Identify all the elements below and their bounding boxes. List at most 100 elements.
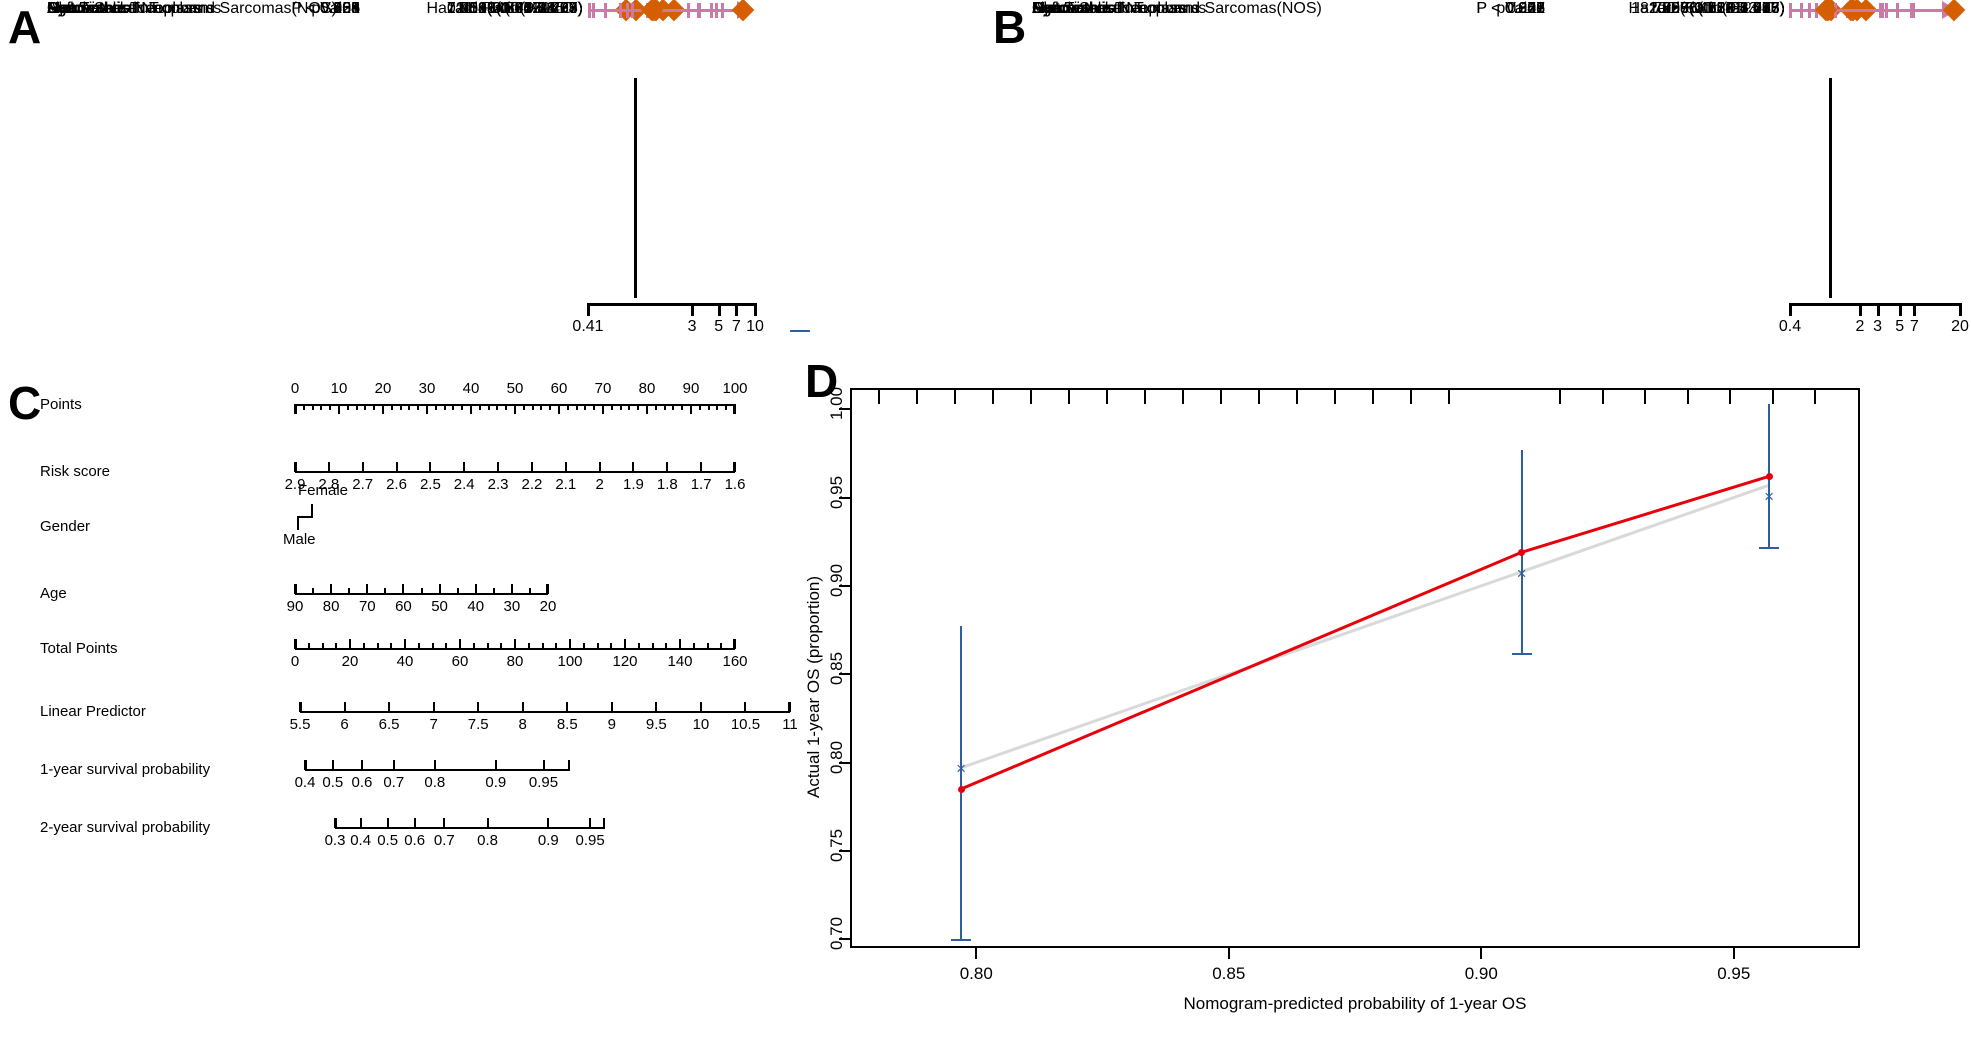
nomogram-minor-tick: [716, 404, 719, 410]
nomogram-minor-tick: [555, 643, 558, 649]
nomogram-minor-tick: [582, 643, 585, 649]
nomogram-minor-tick: [566, 404, 569, 410]
nomogram-minor-tick: [663, 404, 666, 410]
nomogram-major-tick: [388, 702, 391, 712]
nomogram-gender-axis: [295, 504, 325, 530]
nomogram-minor-tick: [692, 643, 695, 649]
nomogram-major-tick: [349, 639, 351, 649]
nomogram-major-tick: [392, 760, 395, 770]
forest-ci-cap-high: [1878, 2, 1882, 18]
forest-axis-tick: [1913, 303, 1917, 316]
nomogram-minor-tick: [362, 643, 365, 649]
nomogram-tick-label: 20: [539, 598, 557, 615]
nomogram-axis-endcap-left: [300, 702, 302, 712]
calibration-observed-marker: ×: [1764, 486, 1775, 506]
panel-b-letter: B: [993, 1, 1027, 53]
nomogram-minor-tick: [348, 588, 351, 594]
nomogram-minor-tick: [528, 588, 531, 594]
nomogram-gender-connector: [297, 516, 313, 518]
nomogram-minor-tick: [487, 404, 490, 410]
nomogram-major-tick: [359, 818, 362, 828]
forest-axis-line: [1790, 303, 1960, 306]
nomogram-minor-tick: [373, 404, 376, 410]
forest-row-pvalue: 0.565: [319, 0, 360, 17]
forest-null-line: [633, 78, 637, 298]
nomogram-minor-tick: [527, 643, 530, 649]
nomogram-axis-endcap-right: [568, 760, 570, 770]
calibration-series-line: [960, 483, 1770, 770]
calibration-predicted-marker: [1765, 472, 1773, 480]
nomogram-minor-tick: [335, 643, 338, 649]
nomogram-row-label: Points: [40, 396, 82, 413]
nomogram-minor-tick: [610, 643, 613, 649]
nomogram-minor-tick: [456, 588, 459, 594]
nomogram-major-tick: [404, 639, 406, 649]
nomogram-axis: 90 80 70 60 50 40 30 20: [287, 584, 556, 615]
nomogram-minor-tick: [584, 404, 587, 410]
nomogram-minor-tick: [707, 404, 710, 410]
nomogram-minor-tick: [443, 404, 446, 410]
nomogram-tick-label: 1.6: [724, 476, 746, 493]
panel-a-forest-plot: A Characteristic pValue Hazard Ratio(95% C…: [0, 0, 770, 335]
nomogram-major-tick: [497, 462, 500, 472]
nomogram-row-label: Total Points: [40, 640, 118, 657]
nomogram-minor-tick: [500, 643, 503, 649]
nomogram-major-tick: [510, 584, 513, 594]
nomogram-minor-tick: [610, 404, 613, 410]
forest-axis-tick: [1959, 303, 1962, 316]
forest-axis-tick: [1898, 303, 1902, 316]
nomogram-major-tick: [343, 702, 346, 712]
nomogram-minor-tick: [540, 404, 543, 410]
nomogram-minor-tick: [505, 404, 508, 410]
nomogram-minor-tick: [531, 404, 534, 410]
nomogram-axis: 0 10 20 30 40 50 60 70 80 90 100: [291, 380, 748, 414]
calibration-error-cap-lower: [951, 939, 972, 942]
nomogram-tick-label: 80: [506, 653, 524, 670]
nomogram-minor-tick: [651, 643, 654, 649]
nomogram-axis-bar: [300, 711, 790, 713]
nomogram-minor-tick: [492, 588, 495, 594]
panel-b-forest-plot: B Characteristic pValue Hazard Ratio(95% C…: [985, 0, 1971, 335]
forest-axis-tick: [691, 303, 695, 316]
nomogram-minor-tick: [434, 404, 437, 410]
nomogram-minor-tick: [478, 404, 481, 410]
nomogram-major-tick: [433, 760, 436, 770]
nomogram-axis-endcap-left: [295, 584, 297, 594]
nomogram-major-tick: [602, 404, 604, 414]
nomogram-major-tick: [589, 818, 592, 828]
nomogram-axis: 0.4 0.5 0.6 0.7 0.8 0.9 0.95: [295, 760, 570, 791]
nomogram-minor-tick: [390, 643, 393, 649]
forest-axis-tick: [1876, 303, 1880, 316]
nomogram-axis: 2.9 2.8 2.7 2.6 2.5 2.4 2.3 2.2 2.1 2 1.9 1.8 1.7 1.6: [285, 462, 745, 493]
nomogram-minor-tick: [461, 404, 464, 410]
nomogram-minor-tick: [321, 643, 324, 649]
nomogram-major-tick: [402, 584, 405, 594]
nomogram-major-tick: [395, 462, 398, 472]
calibration-error-cap-lower: [1511, 652, 1532, 655]
nomogram-tick-label: 100: [557, 653, 583, 670]
nomogram-minor-tick: [431, 643, 434, 649]
nomogram-axis: 5.5 6 6.5 7 7.5 8 8.5 9 9.5 10 10.5 11: [290, 702, 798, 733]
nomogram-major-tick: [521, 702, 524, 712]
calibration-error-cap-upper: [790, 330, 810, 332]
nomogram-tick-label: 140: [667, 653, 693, 670]
nomogram-minor-tick: [698, 404, 701, 410]
nomogram-major-tick: [632, 462, 635, 472]
nomogram-axis: 0 20 40 60 80 100 120 140 160: [291, 639, 748, 670]
nomogram-tick-label: 0.8: [424, 774, 446, 791]
nomogram-tick-label: 40: [396, 653, 414, 670]
nomogram-minor-tick: [320, 404, 323, 410]
calibration-predicted-marker: [957, 785, 965, 793]
nomogram-major-tick: [443, 818, 446, 828]
nomogram-minor-tick: [672, 404, 675, 410]
nomogram-major-tick: [494, 760, 497, 770]
nomogram-major-tick: [569, 639, 571, 649]
nomogram-row-label: 2-year survival probability: [40, 819, 211, 836]
nomogram-minor-tick: [445, 643, 448, 649]
nomogram-minor-tick: [376, 643, 379, 649]
nomogram-axis: 0.3 0.4 0.5 0.6 0.7 0.8 0.9 0.95: [325, 818, 605, 849]
panel-c-nomogram: C Points 0 10 20 30 40 50 60 70 80 90 100 Risk score…: [0, 330, 798, 1040]
forest-null-line: [1828, 78, 1832, 298]
forest-axis-tick: [735, 303, 739, 316]
nomogram-axis-endcap-left: [305, 760, 307, 770]
